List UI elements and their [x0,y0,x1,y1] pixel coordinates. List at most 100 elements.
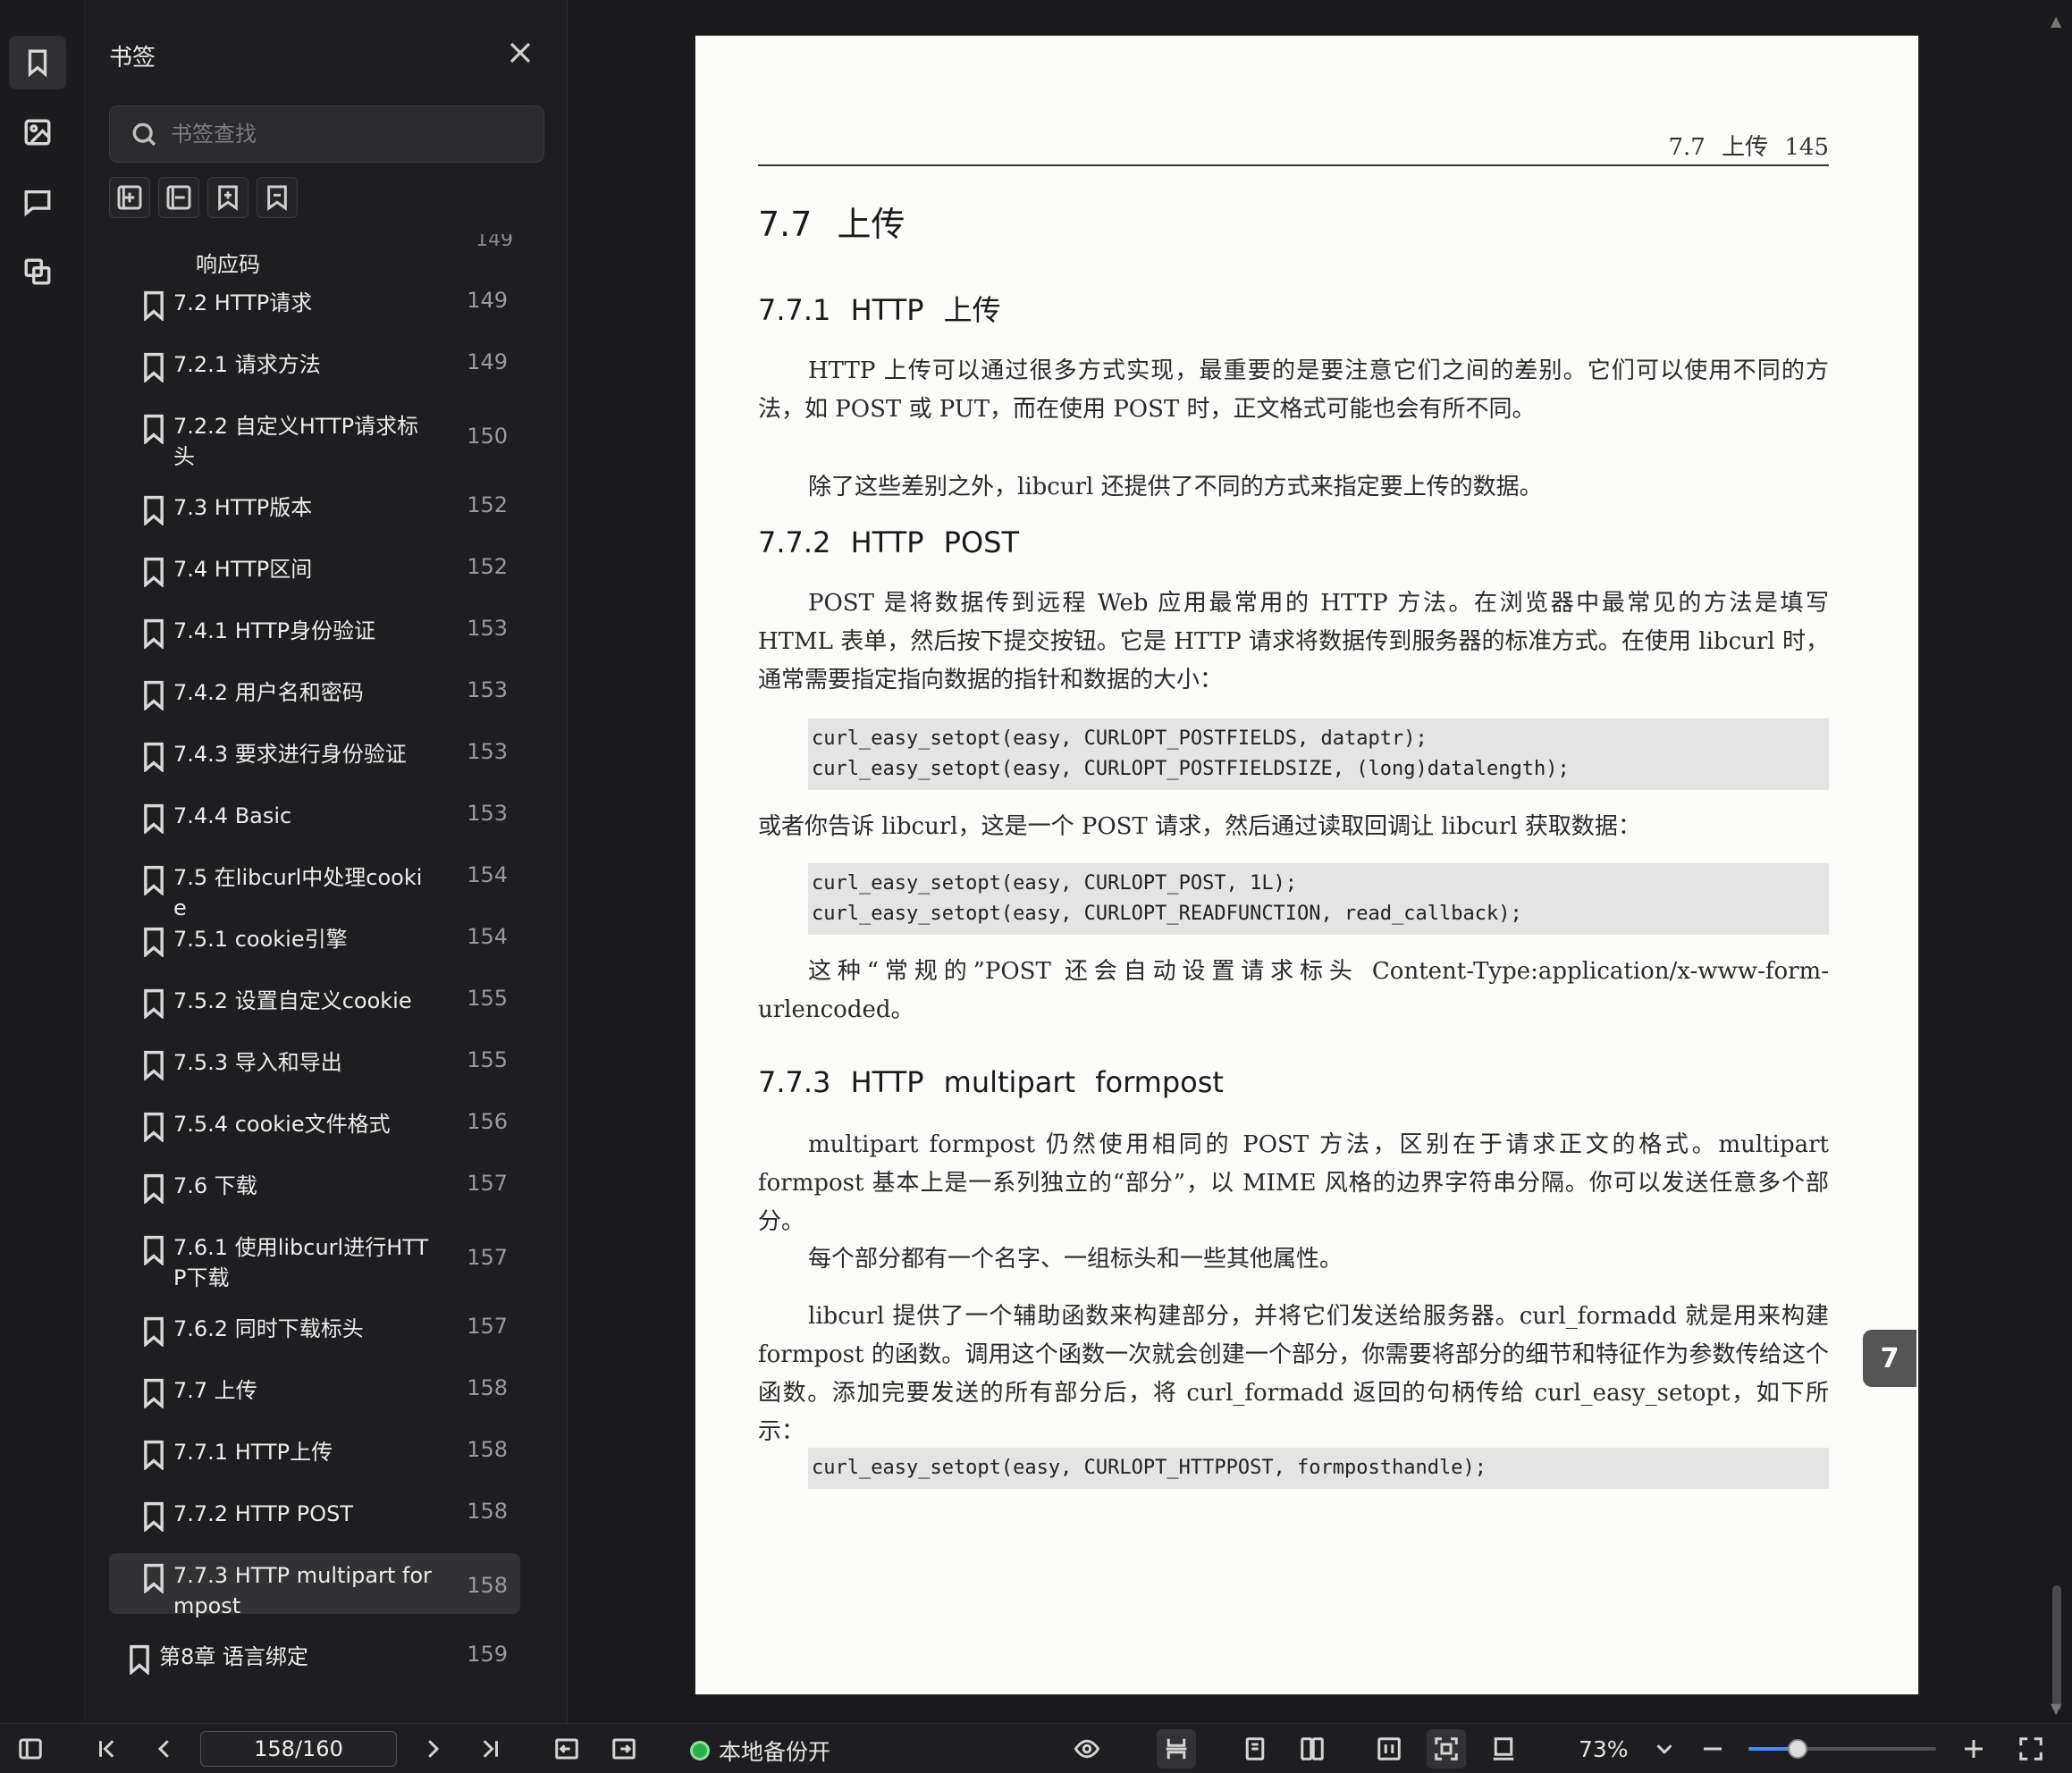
bookmark-icon [141,618,166,651]
comment-tab-button[interactable] [9,175,66,229]
bookmark-tools [109,177,298,218]
first-page-button[interactable] [93,1735,122,1763]
bookmark-label: 7.6.2 同时下载标头 [173,1316,364,1341]
add-bookmark-button[interactable] [109,177,150,218]
bookmark-icon [127,1644,152,1676]
paragraph-3: POST 是将数据传到远程 Web 应用最常用的 HTTP 方法。在浏览器中最常… [758,590,1829,693]
forward-button[interactable] [610,1735,638,1763]
bookmark-icon [141,1378,166,1410]
document-viewer[interactable]: 7.7 上传 145 7.7 上传 7.7.1 HTTP 上传 HTTP 上传可… [569,0,2072,1723]
fit-width-button[interactable] [1375,1735,1403,1763]
bookmark-icon [141,1440,166,1472]
last-page-button[interactable] [476,1735,504,1763]
code-block-3: curl_easy_setopt(easy, CURLOPT_HTTPPOST,… [808,1448,1829,1489]
paragraph-6: multipart formpost 仍然使用相同的 POST 方法，区别在于请… [758,1131,1829,1235]
bookmark-item[interactable]: 7.7.3 HTTP multipart formpost 158 [109,1553,520,1618]
bookmark-label: 第8章 语言绑定 [159,1644,308,1669]
extract-tab-button[interactable] [9,245,66,298]
scroll-up-arrow[interactable]: ▲ [2051,13,2061,29]
chevron-left-icon [157,1740,169,1758]
bookmark-label: 7.5.3 导入和导出 [173,1050,342,1075]
view-mode-button[interactable] [1060,1735,1114,1763]
bookmark-item[interactable]: 7.7.2 HTTP POST 158 [109,1492,520,1534]
zoom-level[interactable]: 73% [1579,1736,1629,1762]
collapse-bookmark-button[interactable] [158,177,199,218]
bookmark-item[interactable]: 第8章 语言绑定 159 [109,1634,520,1676]
bookmark-item[interactable]: 7.5 在libcurl中处理cookie 154 [109,855,520,920]
bookmark-page: 158 [467,1437,508,1462]
bookmark-item[interactable]: 7.7 上传 158 [109,1368,520,1410]
bookmark-page: 155 [467,986,508,1011]
single-page-button[interactable] [1241,1735,1269,1763]
fullscreen-button[interactable] [2017,1735,2045,1763]
copy-icon [24,258,51,285]
close-button[interactable] [507,39,534,66]
zoom-in-button[interactable] [1959,1735,1988,1763]
backup-status[interactable]: 本地备份开 [690,1735,830,1767]
zoom-out-button[interactable] [1698,1735,1727,1763]
bookmark-page: 152 [467,492,508,517]
bookmark-item[interactable]: 7.4.2 用户名和密码 153 [109,670,520,712]
bookmark-page: 155 [467,1047,508,1072]
thumbnail-tab-button[interactable] [9,105,66,159]
zoom-slider-knob[interactable] [1787,1739,1807,1759]
bookmark-panel: 书签 响应码 149 7.2 HTTP请求1497.2.1 请求方法1497.2… [87,0,645,1723]
bookmark-item[interactable]: 7.5.1 cookie引擎 154 [109,917,520,959]
bookmark-item[interactable]: 7.2 HTTP请求 149 [109,281,520,323]
first-page-icon [99,1740,114,1758]
toggle-sidebar-button[interactable] [16,1735,45,1763]
bookmark-icon [141,1050,166,1082]
continuous-scroll-button[interactable] [1157,1729,1196,1769]
bookmark-item[interactable]: 7.6.2 同时下载标头 157 [109,1307,520,1349]
bookmark-icon [141,742,166,774]
bookmark-page-partial: 149 [476,234,513,251]
chevron-right-icon [428,1740,440,1758]
bookmark-item[interactable]: 7.4 HTTP区间 152 [109,547,520,589]
bookmark-page: 159 [467,1642,508,1667]
fit-page-icon [1435,1737,1458,1760]
bookmark-label: 7.3 HTTP版本 [173,495,313,520]
bookmark-item[interactable]: 7.7.1 HTTP上传 158 [109,1430,520,1472]
bookmark-item[interactable]: 7.5.4 cookie文件格式 156 [109,1102,520,1144]
double-page-button[interactable] [1298,1735,1327,1763]
prev-page-button[interactable] [150,1735,179,1763]
zoom-dropdown[interactable] [1650,1735,1679,1763]
insert-bookmark-button[interactable] [207,177,248,218]
collapse-all-icon [166,185,191,210]
bookmark-item[interactable]: 7.6 下载 157 [109,1164,520,1206]
continuous-page-icon [1166,1738,1187,1760]
search-input[interactable] [171,122,528,147]
bookmark-item[interactable]: 7.3 HTTP版本 152 [109,485,520,527]
remove-bookmark-button[interactable] [257,177,298,218]
running-header: 7.7 上传 145 [1668,134,1829,161]
actual-size-button[interactable] [1489,1735,1518,1763]
bookmark-item[interactable]: 7.2.2 自定义HTTP请求标头 150 [109,404,520,469]
next-page-button[interactable] [418,1735,447,1763]
bookmark-item[interactable]: 7.2.1 请求方法 149 [109,342,520,384]
bookmark-icon [141,557,166,589]
bookmark-item[interactable]: 7.5.3 导入和导出 155 [109,1040,520,1082]
single-page-icon [1245,1737,1265,1760]
bookmark-icon [141,927,166,959]
fit-page-button[interactable] [1427,1729,1466,1769]
bookmark-search[interactable] [109,105,544,163]
chapter-tab: 7 [1863,1330,1916,1387]
zoom-slider[interactable] [1748,1739,1936,1759]
paragraph-4: 或者你告诉 libcurl，这是一个 POST 请求，然后通过读取回调让 lib… [758,813,1641,840]
bookmark-icon [141,352,166,384]
eye-icon [1074,1739,1100,1759]
backup-status-icon [690,1741,710,1760]
paragraph-8: libcurl 提供了一个辅助函数来构建部分，并将它们发送给服务器。curl_f… [758,1303,1829,1445]
bookmark-tab-button[interactable] [9,36,66,89]
bookmark-item[interactable]: 7.4.1 HTTP身份验证 153 [109,609,520,651]
bookmark-icon [141,1112,166,1144]
bookmark-item[interactable]: 7.6.1 使用libcurl进行HTTP下载 157 [109,1225,520,1290]
page-number-input[interactable]: 158/160 [200,1731,397,1767]
bookmark-item[interactable]: 7.5.2 设置自定义cookie 155 [109,979,520,1021]
subsection-heading-1: 7.7.1 HTTP 上传 [758,293,1001,327]
back-button[interactable] [552,1735,581,1763]
scroll-down-arrow[interactable]: ▼ [2051,1700,2061,1717]
bookmark-item[interactable]: 7.4.3 要求进行身份验证 153 [109,732,520,774]
bookmark-item[interactable]: 7.4.4 Basic 153 [109,794,520,836]
viewer-scrollbar[interactable] [2052,1585,2061,1710]
